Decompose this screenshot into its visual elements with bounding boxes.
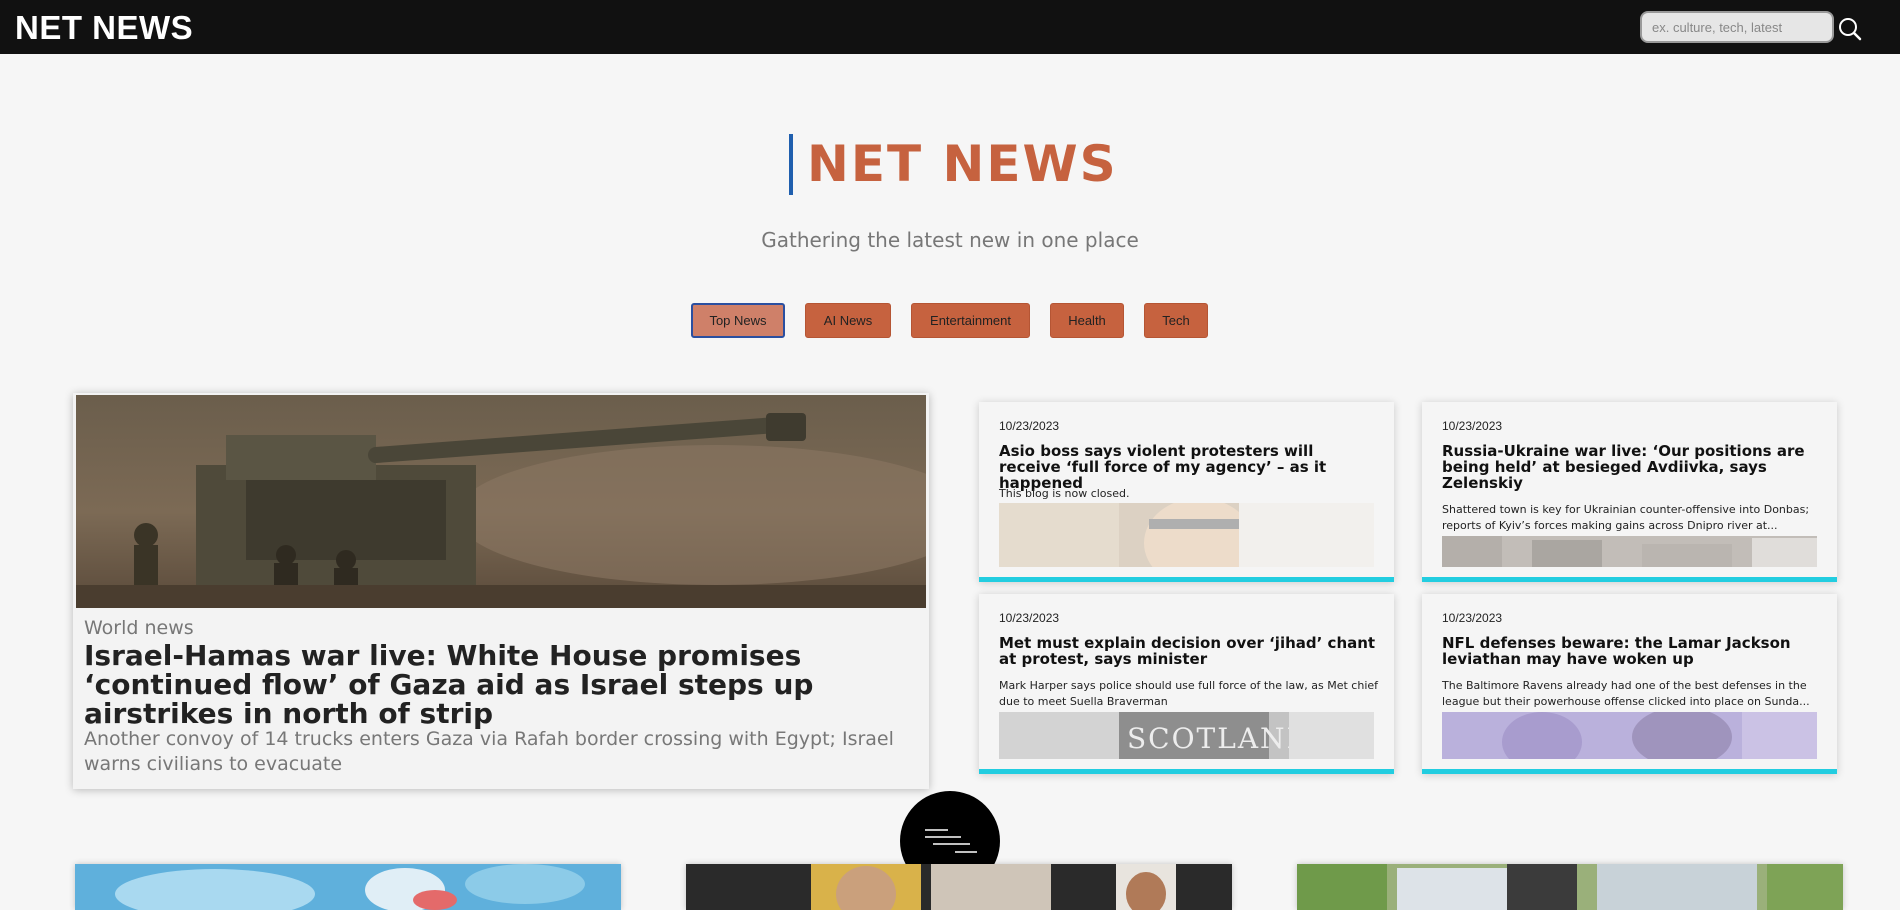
featured-article-section: World news bbox=[84, 617, 194, 639]
hero-accent-bar bbox=[789, 134, 793, 195]
news-card-description: The Baltimore Ravens already had one of … bbox=[1442, 679, 1810, 708]
news-card-title[interactable]: Met must explain decision over ‘jihad’ c… bbox=[999, 635, 1379, 667]
category-button-top-news[interactable]: Top News bbox=[691, 303, 785, 338]
news-card-date: 10/23/2023 bbox=[999, 611, 1060, 625]
news-card-date: 10/23/2023 bbox=[1442, 611, 1503, 625]
news-card-date: 10/23/2023 bbox=[1442, 419, 1503, 433]
news-card-title[interactable]: NFL defenses beware: the Lamar Jackson l… bbox=[1442, 635, 1822, 667]
bottom-article-image bbox=[75, 864, 621, 910]
featured-article-card[interactable]: World news Israel-Hamas war live: White … bbox=[73, 393, 929, 789]
featured-article-image bbox=[76, 395, 926, 608]
news-card-image bbox=[999, 503, 1374, 567]
bottom-article-card[interactable] bbox=[1297, 864, 1843, 910]
news-card-description: Mark Harper says police should use full … bbox=[999, 679, 1379, 708]
bottom-article-image bbox=[1297, 864, 1843, 910]
news-card-title[interactable]: Russia-Ukraine war live: ‘Our positions … bbox=[1442, 443, 1822, 491]
news-card[interactable]: 10/23/2023 Russia-Ukraine war live: ‘Our… bbox=[1422, 402, 1837, 582]
news-card-description: Shattered town is key for Ukrainian coun… bbox=[1442, 503, 1810, 532]
category-button-tech[interactable]: Tech bbox=[1144, 303, 1208, 338]
news-card-image-text: SCOTLAND bbox=[1127, 722, 1311, 755]
category-button-health[interactable]: Health bbox=[1050, 303, 1124, 338]
search-button[interactable] bbox=[1838, 17, 1862, 41]
news-card[interactable]: 10/23/2023 NFL defenses beware: the Lama… bbox=[1422, 594, 1837, 774]
search-icon bbox=[1839, 18, 1862, 41]
news-card-image: SCOTLAND bbox=[999, 712, 1374, 759]
news-card-date: 10/23/2023 bbox=[999, 419, 1060, 433]
bottom-article-card[interactable] bbox=[686, 864, 1232, 910]
news-card-title[interactable]: Asio boss says violent protesters will r… bbox=[999, 443, 1379, 491]
news-card[interactable]: 10/23/2023 Asio boss says violent protes… bbox=[979, 402, 1394, 582]
news-card-image bbox=[1442, 536, 1817, 567]
news-card[interactable]: 10/23/2023 Met must explain decision ove… bbox=[979, 594, 1394, 774]
bottom-article-image bbox=[686, 864, 1232, 910]
top-navbar: NET NEWS bbox=[0, 0, 1900, 54]
bottom-article-card[interactable] bbox=[75, 864, 621, 910]
navbar-logo[interactable]: NET NEWS bbox=[15, 9, 193, 47]
category-button-ai-news[interactable]: AI News bbox=[805, 303, 891, 338]
featured-article-title[interactable]: Israel-Hamas war live: White House promi… bbox=[84, 641, 924, 728]
hero-subtitle: Gathering the latest new in one place bbox=[761, 228, 1139, 252]
hero-title: NET NEWS bbox=[807, 135, 1118, 193]
news-card-description: This blog is now closed. bbox=[999, 487, 1130, 500]
search-input[interactable] bbox=[1640, 11, 1834, 43]
category-button-entertainment[interactable]: Entertainment bbox=[911, 303, 1030, 338]
news-card-image bbox=[1442, 712, 1817, 759]
featured-article-description: Another convoy of 14 trucks enters Gaza … bbox=[84, 728, 894, 775]
